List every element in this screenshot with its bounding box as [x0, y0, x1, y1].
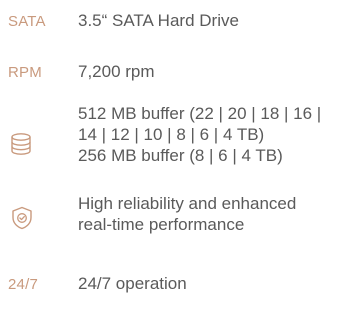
- spec-text-rpm: 7,200 rpm: [78, 61, 360, 82]
- spec-line: 24/7 operation: [78, 274, 187, 293]
- spec-line: 512 MB buffer (22 | 20 | 18 | 16 |: [78, 104, 322, 123]
- database-icon: [10, 132, 32, 156]
- spec-text-sata: 3.5“ SATA Hard Drive: [78, 10, 360, 31]
- spec-text-reliability: High reliability and enhanced real-time …: [78, 193, 360, 235]
- spec-tag-247: 24/7: [8, 276, 38, 293]
- spec-text-buffer: 512 MB buffer (22 | 20 | 18 | 16 | 14 | …: [78, 103, 360, 166]
- shield-check-icon: [11, 206, 33, 230]
- spec-line: High reliability and enhanced: [78, 194, 297, 213]
- spec-line: 256 MB buffer (8 | 6 | 4 TB): [78, 146, 283, 165]
- spec-list: SATA 3.5“ SATA Hard Drive RPM 7,200 rpm …: [0, 0, 363, 311]
- spec-line: 7,200 rpm: [78, 62, 155, 81]
- spec-text-operation: 24/7 operation: [78, 273, 360, 294]
- spec-tag-sata: SATA: [8, 13, 46, 30]
- spec-tag-rpm: RPM: [8, 64, 42, 81]
- spec-line: 14 | 12 | 10 | 8 | 6 | 4 TB): [78, 125, 265, 144]
- spec-line: 3.5“ SATA Hard Drive: [78, 11, 239, 30]
- spec-line: real-time performance: [78, 215, 245, 234]
